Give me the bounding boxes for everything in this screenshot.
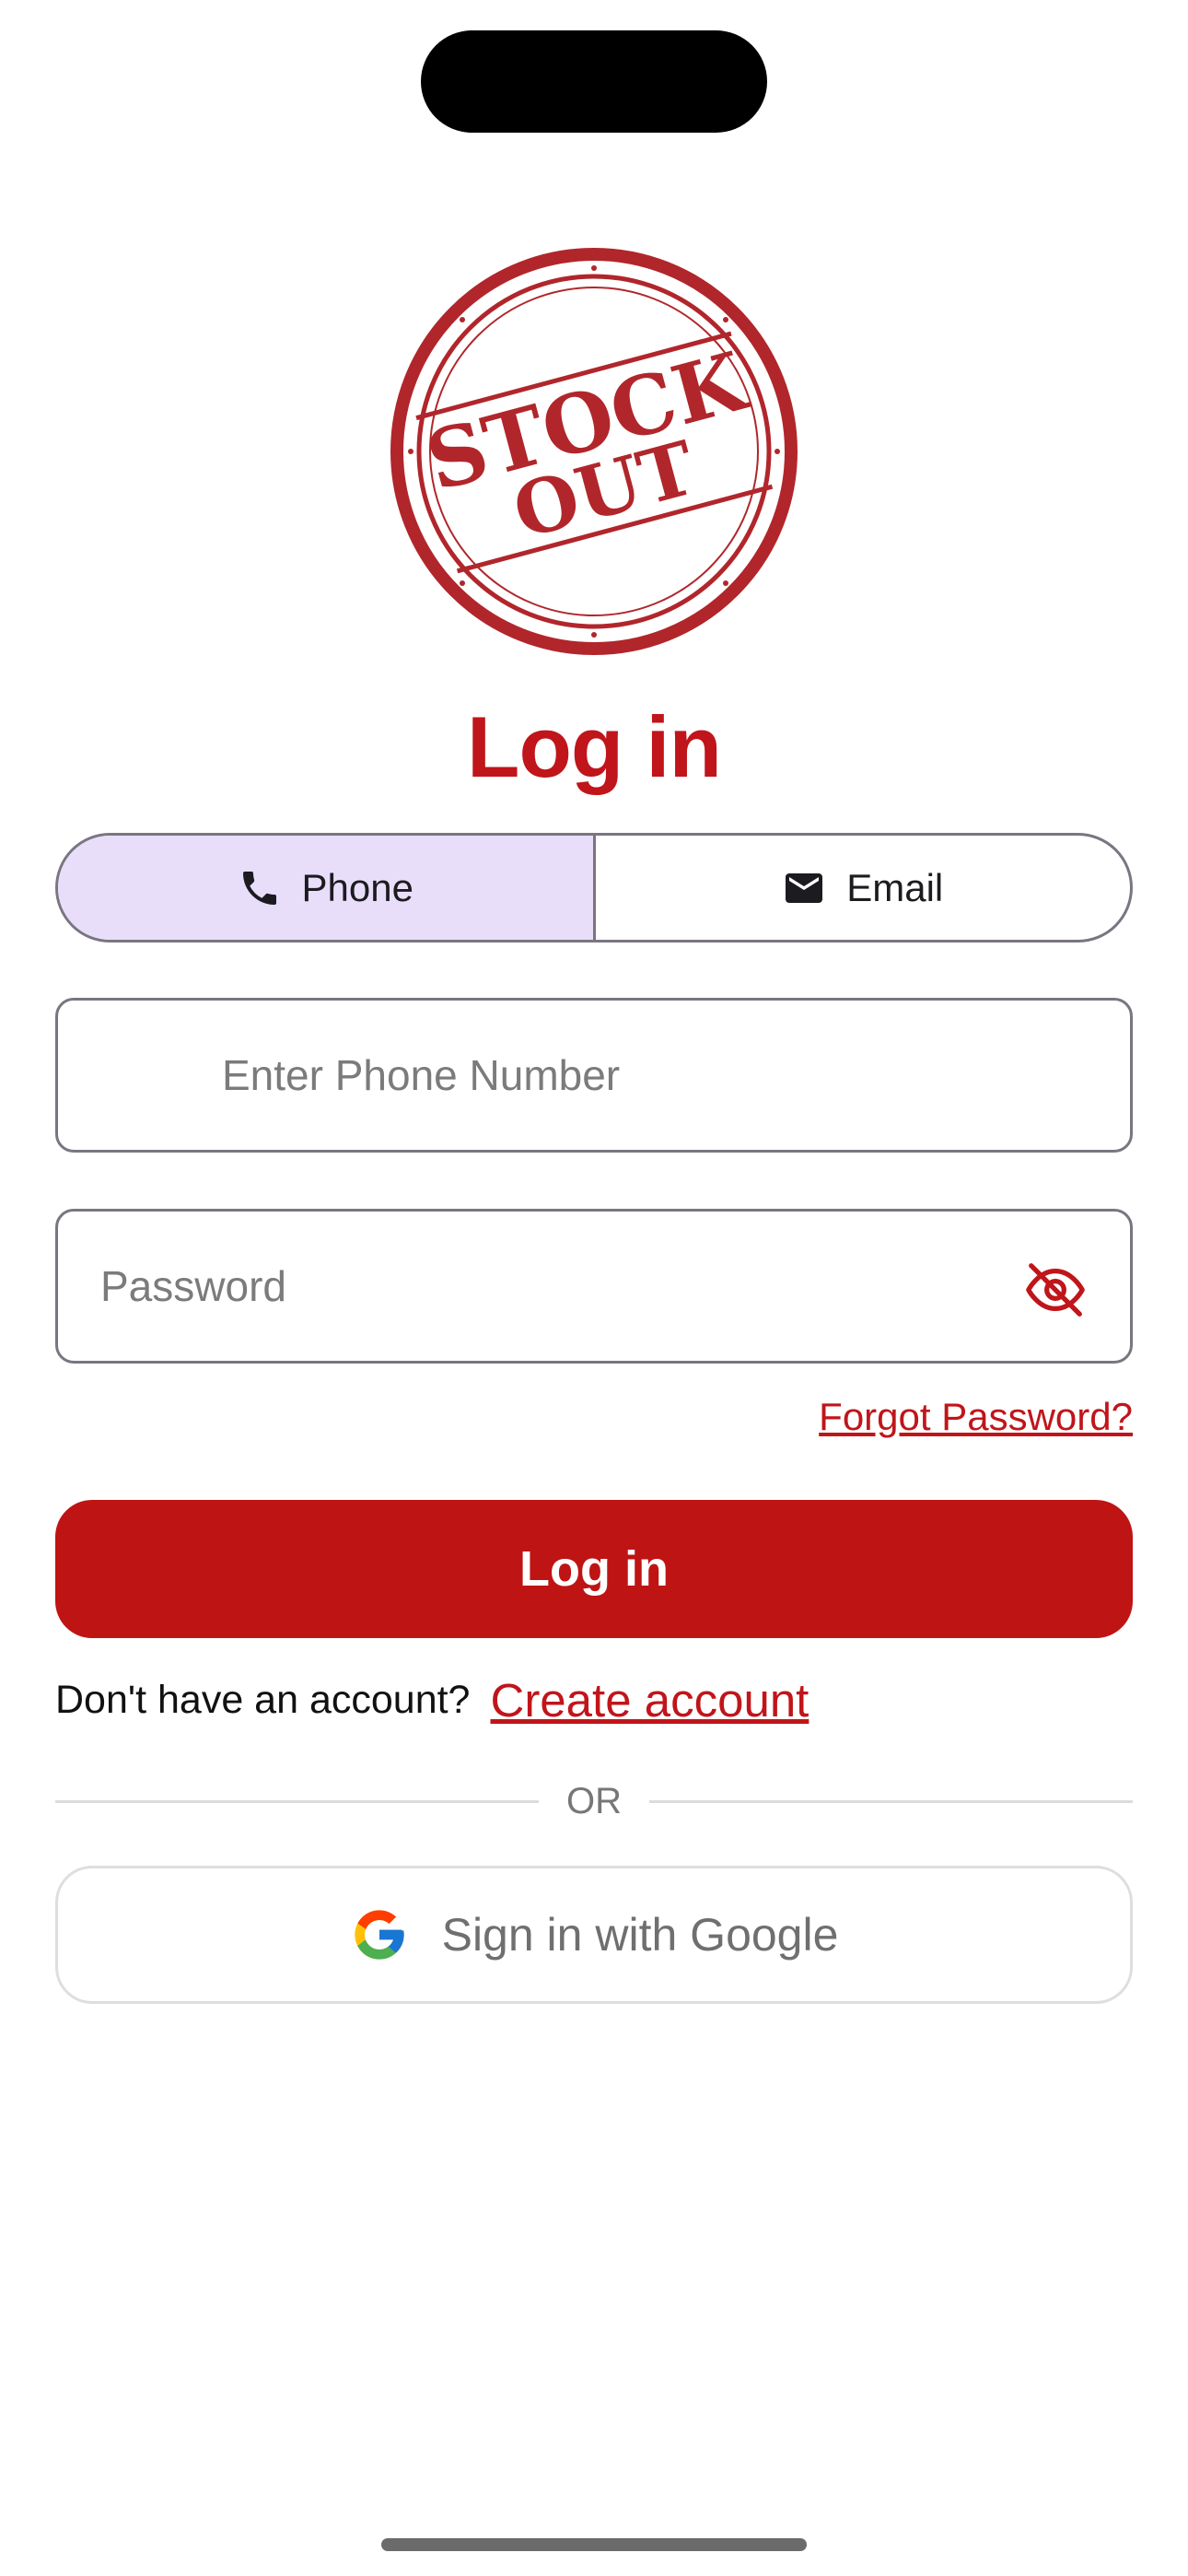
phone-input[interactable] [222, 1001, 1106, 1150]
signup-row: Don't have an account? Create account [55, 1668, 809, 1732]
create-account-link[interactable]: Create account [490, 1673, 809, 1727]
password-input[interactable] [100, 1212, 984, 1361]
login-method-toggle: Phone Email [55, 833, 1133, 943]
google-signin-button[interactable]: Sign in with Google [55, 1866, 1133, 2004]
tab-phone-label: Phone [301, 865, 413, 909]
password-field [55, 1209, 1133, 1364]
google-signin-label: Sign in with Google [441, 1909, 839, 1961]
tab-phone[interactable]: Phone [58, 836, 596, 940]
dynamic-island [421, 30, 767, 133]
divider-line-right [649, 1799, 1133, 1803]
signup-prompt: Don't have an account? [55, 1677, 471, 1722]
mail-icon [786, 872, 823, 903]
or-label: OR [566, 1780, 622, 1821]
google-icon [354, 1910, 404, 1960]
tab-email[interactable]: Email [596, 836, 1131, 940]
eye-off-icon [1026, 1263, 1085, 1317]
login-button[interactable]: Log in [55, 1500, 1133, 1638]
tab-email-label: Email [846, 865, 944, 909]
login-screen: STOCK OUT Log in Phone Email Enter Phone… [0, 0, 1188, 2576]
phone-icon [242, 871, 276, 905]
home-indicator[interactable] [381, 2538, 807, 2551]
page-title: Log in [467, 698, 722, 795]
phone-field [55, 998, 1133, 1153]
password-visibility-toggle[interactable] [1023, 1258, 1088, 1322]
or-divider: OR [55, 1769, 1133, 1833]
divider-line-left [55, 1799, 539, 1803]
forgot-password-link[interactable]: Forgot Password? [819, 1391, 1133, 1443]
stock-out-logo: STOCK OUT [387, 244, 801, 659]
stamp-logo-icon: STOCK OUT [390, 248, 798, 655]
